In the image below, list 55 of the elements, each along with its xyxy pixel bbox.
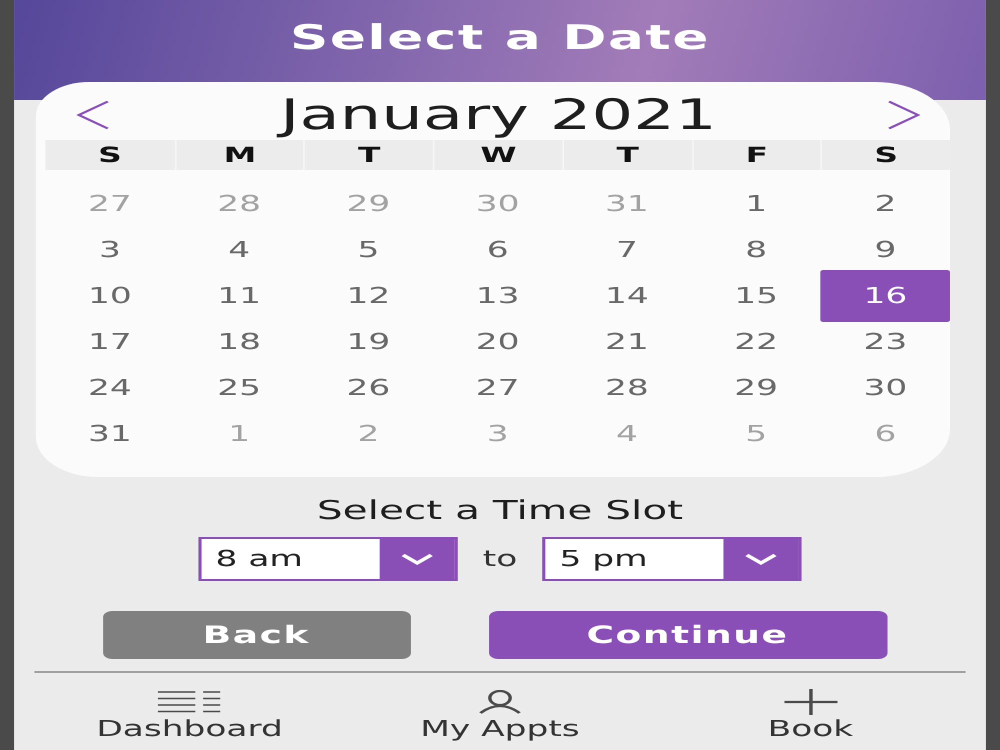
chevron-left-icon[interactable]: [76, 100, 110, 130]
calendar-day[interactable]: 11: [174, 273, 304, 319]
list-icon: [158, 691, 221, 713]
calendar-day[interactable]: 18: [174, 319, 304, 365]
nav-tab[interactable]: Book: [655, 689, 966, 743]
calendar-day[interactable]: 1: [692, 181, 821, 227]
calendar-day[interactable]: 21: [562, 319, 692, 365]
calendar-day[interactable]: 29: [692, 365, 821, 411]
calendar-day[interactable]: 15: [692, 273, 821, 319]
calendar-day[interactable]: 14: [562, 273, 692, 319]
nav-tab[interactable]: Dashboard: [34, 689, 345, 743]
calendar-day[interactable]: 28: [562, 365, 692, 411]
chevron-right-icon[interactable]: [888, 100, 920, 130]
calendar-day[interactable]: 9: [820, 227, 950, 273]
chevron-down-icon[interactable]: [380, 539, 455, 579]
calendar-day[interactable]: 30: [820, 365, 950, 411]
calendar-day[interactable]: 27: [433, 365, 562, 411]
time-dropdown[interactable]: 5 pm: [542, 537, 802, 581]
weekday-label: T: [358, 142, 380, 168]
calendar-day[interactable]: 19: [304, 319, 434, 365]
calendar-day[interactable]: 8: [692, 227, 821, 273]
calendar-day[interactable]: 20: [433, 319, 562, 365]
chevron-down-icon[interactable]: [724, 539, 798, 579]
calendar-day[interactable]: 10: [45, 273, 175, 319]
plus-icon: [784, 689, 837, 715]
person-icon: [478, 690, 522, 714]
calendar-day[interactable]: 16: [820, 270, 950, 322]
continue-button[interactable]: Continue: [488, 611, 887, 659]
weekday-label: F: [746, 142, 768, 168]
calendar-day[interactable]: 3: [45, 227, 175, 273]
weekday-label: W: [480, 142, 517, 168]
calendar-day[interactable]: 24: [45, 365, 175, 411]
weekday-label: M: [224, 142, 256, 168]
back-button[interactable]: Back: [102, 611, 410, 659]
calendar-day[interactable]: 6: [433, 227, 562, 273]
calendar-day[interactable]: 31: [45, 411, 175, 457]
calendar-day[interactable]: 25: [174, 365, 304, 411]
calendar-day[interactable]: 17: [45, 319, 175, 365]
weekday-label: S: [874, 142, 898, 168]
time-dropdown[interactable]: 8 am: [198, 537, 458, 581]
to-label: to: [482, 546, 518, 574]
calendar-day[interactable]: 7: [562, 227, 692, 273]
calendar-day[interactable]: 4: [174, 227, 304, 273]
time-slot-label: Select a Time Slot: [316, 496, 684, 526]
calendar-day[interactable]: 12: [304, 273, 434, 319]
calendar-day[interactable]: 13: [433, 273, 562, 319]
page-title: Select a Date: [290, 17, 710, 59]
calendar-day[interactable]: 2: [820, 181, 950, 227]
calendar-day[interactable]: 26: [304, 365, 434, 411]
nav-tab[interactable]: My Appts: [344, 689, 656, 743]
weekday-label: S: [98, 142, 122, 168]
calendar-day[interactable]: 5: [304, 227, 434, 273]
calendar-day[interactable]: 22: [692, 319, 821, 365]
calendar-day[interactable]: 23: [820, 319, 950, 365]
weekday-label: T: [616, 142, 639, 168]
